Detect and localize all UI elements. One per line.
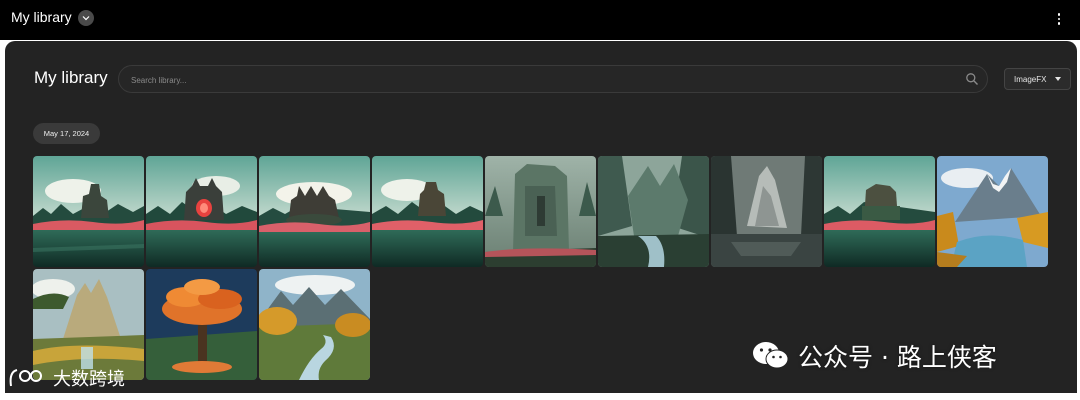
image-thumbnail[interactable]: [937, 156, 1048, 267]
watermark: 公众号 · 路上侠客: [752, 338, 997, 374]
source-dropdown[interactable]: ImageFX: [1004, 68, 1071, 90]
image-thumbnail[interactable]: [372, 156, 483, 267]
image-thumbnail[interactable]: [146, 269, 257, 380]
image-thumbnail[interactable]: [824, 156, 935, 267]
image-thumbnail[interactable]: [485, 156, 596, 267]
search-icon[interactable]: [965, 72, 979, 86]
image-thumbnail[interactable]: [33, 156, 144, 267]
chevron-down-icon[interactable]: [78, 10, 94, 26]
image-thumbnail[interactable]: [146, 156, 257, 267]
logo-icon: [9, 369, 42, 387]
bottom-logo-text: 大数跨境: [53, 369, 125, 390]
caret-down-icon: [1055, 77, 1061, 81]
image-thumbnail[interactable]: [259, 269, 370, 380]
bottom-logo: 大数跨境: [7, 365, 125, 391]
image-thumbnail[interactable]: [711, 156, 822, 267]
image-thumbnail[interactable]: [598, 156, 709, 267]
search-bar: [118, 65, 988, 94]
top-bar: My library: [0, 0, 1080, 40]
more-vert-icon[interactable]: [1052, 10, 1066, 28]
app-title: My library: [11, 9, 72, 25]
wechat-icon: [753, 342, 789, 369]
image-thumbnail[interactable]: [33, 269, 144, 380]
page-title: My library: [34, 68, 108, 87]
date-group-chip: May 17, 2024: [33, 123, 100, 144]
source-dropdown-label: ImageFX: [1014, 74, 1047, 84]
search-input[interactable]: [129, 66, 953, 94]
watermark-text: 公众号 · 路上侠客: [798, 343, 997, 372]
image-thumbnail[interactable]: [259, 156, 370, 267]
